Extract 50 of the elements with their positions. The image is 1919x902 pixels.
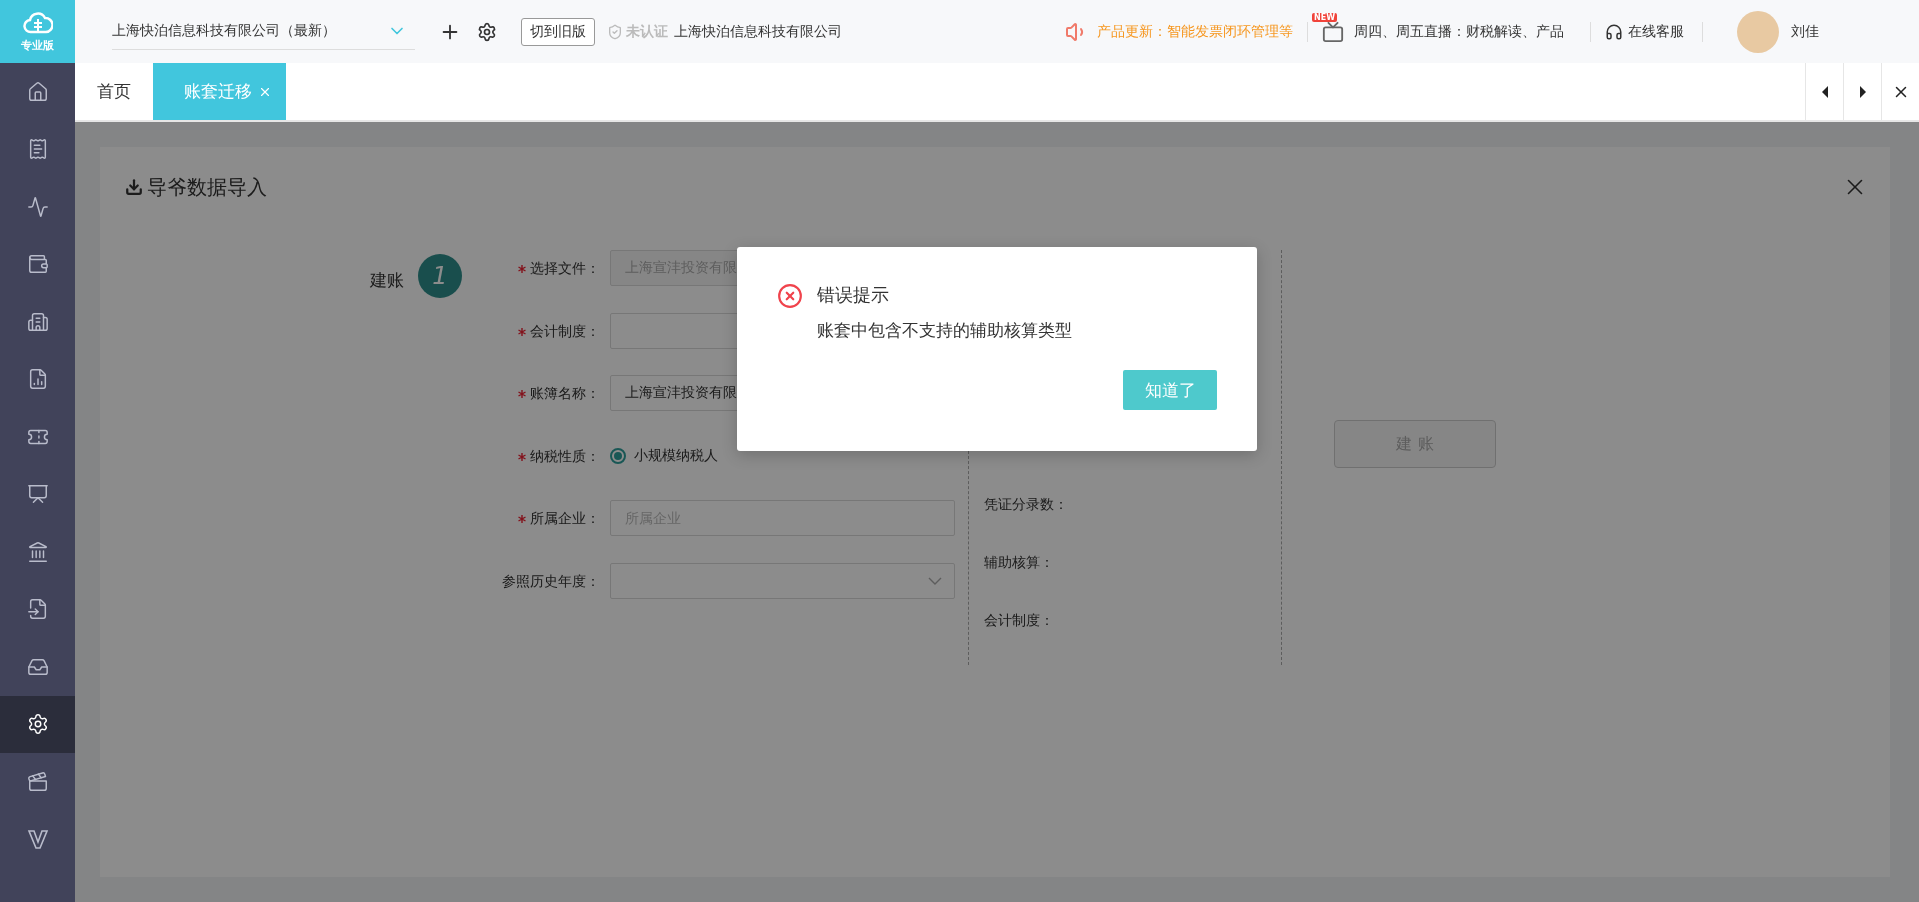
field-label: 纳税性质： <box>470 437 610 474</box>
v-logo-icon <box>26 828 49 851</box>
step-number: 1 <box>418 254 462 298</box>
live-stream-notice[interactable]: 周四、周五直播：财税解读、产品 <box>1354 22 1576 41</box>
wallet-icon <box>26 253 49 276</box>
left-triangle-icon <box>1821 85 1828 98</box>
edition-label: 专业版 <box>21 38 54 53</box>
required-asterisk-icon <box>518 265 526 273</box>
field-label: 账簿名称： <box>470 375 610 411</box>
shield-icon <box>607 23 623 40</box>
company-name: 上海快泊信息科技有限公司 <box>674 22 842 41</box>
summary-label: 凭证分录数： <box>984 495 1069 513</box>
required-asterisk-icon <box>518 327 526 336</box>
company-select[interactable]: 上海快泊信息科技有限公司（最新） <box>112 13 415 50</box>
user-name: 刘佳 <box>1791 22 1819 41</box>
page-title: 导爷数据导入 <box>125 173 267 201</box>
field-label: 选择文件： <box>470 250 610 286</box>
file-input-icon <box>26 598 49 621</box>
verification-status: 未认证 <box>607 22 668 41</box>
video-icon <box>26 770 49 793</box>
field-label: 所属企业： <box>470 500 610 536</box>
switch-version-button[interactable]: 切到旧版 <box>521 17 595 46</box>
field-label: 参照历史年度： <box>501 571 601 591</box>
new-badge: NEW <box>1312 12 1337 22</box>
online-support-link[interactable]: 在线客服 <box>1628 22 1684 41</box>
chevron-icon <box>928 576 942 585</box>
required-asterisk-icon <box>518 515 526 523</box>
dialog-title: 错误提示 <box>817 283 890 307</box>
settings-icon[interactable] <box>477 21 497 42</box>
field-label: 会计制度： <box>470 312 610 349</box>
summary-label: 辅助核算： <box>984 553 1055 571</box>
line-chart-icon <box>26 195 49 218</box>
cloud-logo-icon <box>22 10 53 36</box>
bank-icon <box>26 540 49 563</box>
required-asterisk-icon <box>518 390 526 398</box>
error-icon <box>777 283 803 309</box>
dialog-message: 账套中包含不支持的辅助核算类型 <box>817 319 1072 342</box>
headset-icon <box>1605 22 1623 41</box>
required-asterisk-icon <box>518 452 526 461</box>
tv-icon <box>1322 20 1344 43</box>
settings-icon <box>26 713 49 736</box>
radio-option[interactable]: 小规模纳税人 <box>610 437 718 474</box>
home-icon <box>26 80 49 103</box>
right-triangle-icon <box>1859 85 1866 98</box>
step-label: 建账 <box>370 269 404 292</box>
summary-label: 会计制度： <box>984 611 1055 629</box>
download-icon <box>125 178 143 196</box>
building-icon <box>26 310 49 333</box>
board-icon <box>26 483 49 506</box>
sidebar-item[interactable] <box>0 695 75 753</box>
